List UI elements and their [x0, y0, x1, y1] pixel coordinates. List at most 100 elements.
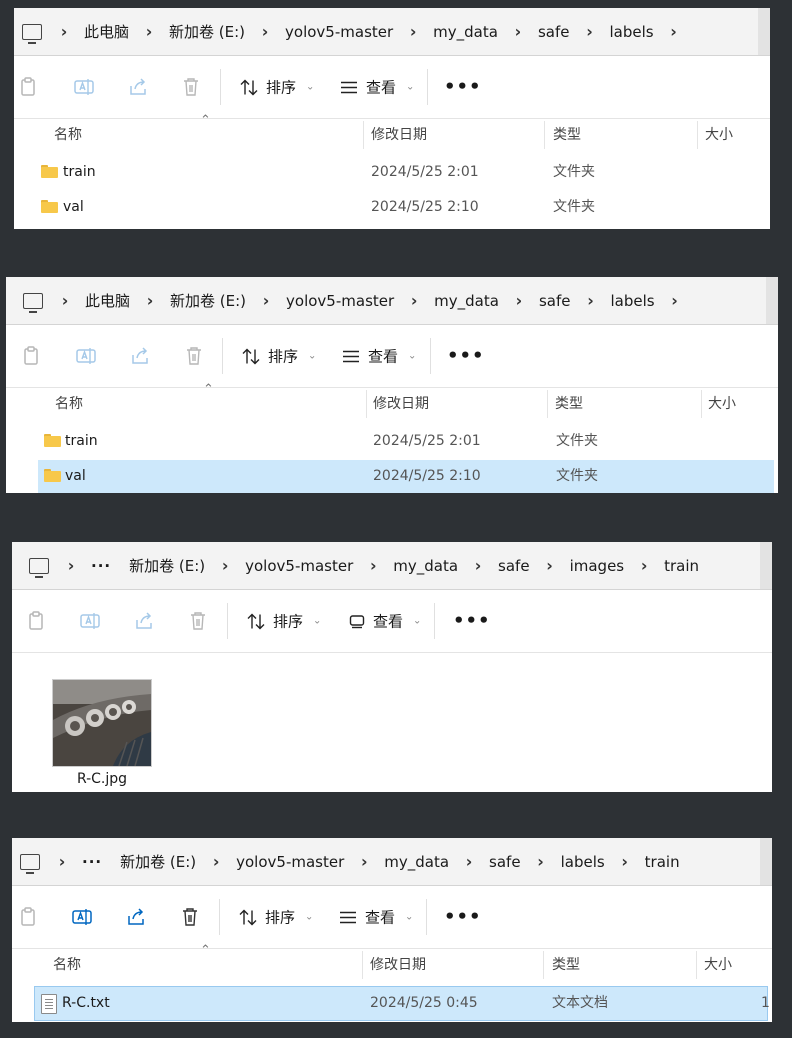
column-date[interactable]: 修改日期: [373, 388, 429, 420]
more-options-button[interactable]: •••: [453, 611, 491, 632]
breadcrumb-item[interactable]: 此电脑: [84, 21, 129, 42]
chevron-right-icon[interactable]: ›: [246, 291, 286, 310]
chevron-right-icon[interactable]: ›: [570, 291, 610, 310]
breadcrumb-item[interactable]: images: [570, 557, 625, 575]
hidden-crumbs-button[interactable]: ···: [82, 853, 102, 871]
paste-button[interactable]: [20, 907, 38, 927]
chevron-right-icon[interactable]: ›: [205, 556, 245, 575]
chevron-right-icon[interactable]: ›: [130, 291, 170, 310]
address-bar[interactable]: › ··· 新加卷 (E:) › yolov5-master › my_data › s…: [12, 838, 772, 886]
rename-button[interactable]: [76, 346, 96, 366]
breadcrumb-item[interactable]: yolov5-master: [236, 853, 344, 871]
chevron-right-icon[interactable]: ›: [499, 291, 539, 310]
file-row-selected[interactable]: val 2024/5/25 2:10 文件夹: [38, 460, 774, 493]
breadcrumb-item[interactable]: 新加卷 (E:): [170, 290, 246, 311]
breadcrumb-item[interactable]: my_data: [384, 853, 449, 871]
column-divider[interactable]: [547, 390, 548, 418]
image-thumbnail[interactable]: [52, 679, 152, 767]
share-button[interactable]: [126, 907, 146, 927]
column-type[interactable]: 类型: [553, 119, 581, 151]
breadcrumb-item[interactable]: labels: [610, 292, 654, 310]
breadcrumb-item[interactable]: 此电脑: [85, 290, 130, 311]
breadcrumb-item[interactable]: my_data: [434, 292, 499, 310]
sort-button[interactable]: 排序 ⌄: [240, 77, 314, 98]
breadcrumb-item[interactable]: 新加卷 (E:): [169, 21, 245, 42]
column-date[interactable]: 修改日期: [371, 119, 427, 151]
chevron-right-icon[interactable]: ›: [245, 22, 285, 41]
column-divider[interactable]: [544, 121, 545, 149]
chevron-right-icon[interactable]: ›: [129, 22, 169, 41]
column-name[interactable]: 名称: [54, 119, 82, 151]
chevron-right-icon[interactable]: ›: [458, 556, 498, 575]
chevron-right-icon[interactable]: ›: [196, 852, 236, 871]
breadcrumb-item[interactable]: yolov5-master: [285, 23, 393, 41]
chevron-right-icon[interactable]: ›: [569, 22, 609, 41]
column-name[interactable]: 名称: [53, 949, 81, 981]
column-date[interactable]: 修改日期: [370, 949, 426, 981]
chevron-right-icon[interactable]: ›: [605, 852, 645, 871]
view-button[interactable]: 查看 ⌄: [339, 907, 413, 928]
delete-button[interactable]: [189, 611, 207, 631]
chevron-right-icon[interactable]: ›: [521, 852, 561, 871]
chevron-right-icon[interactable]: ›: [624, 556, 664, 575]
chevron-right-icon[interactable]: ›: [498, 22, 538, 41]
column-divider[interactable]: [543, 951, 544, 979]
computer-icon[interactable]: [22, 23, 42, 44]
column-size[interactable]: 大小: [704, 949, 732, 981]
column-type[interactable]: 类型: [555, 388, 583, 420]
chevron-right-icon[interactable]: ›: [449, 852, 489, 871]
chevron-right-icon[interactable]: ›: [42, 852, 82, 871]
column-divider[interactable]: [696, 951, 697, 979]
chevron-right-icon[interactable]: ›: [393, 22, 433, 41]
breadcrumb-item[interactable]: my_data: [393, 557, 458, 575]
chevron-right-icon[interactable]: ›: [44, 22, 84, 41]
breadcrumb-item[interactable]: yolov5-master: [245, 557, 353, 575]
chevron-right-icon[interactable]: ›: [654, 22, 694, 41]
paste-button[interactable]: [28, 611, 46, 631]
address-bar[interactable]: › 此电脑 › 新加卷 (E:) › yolov5-master › my_data ›…: [14, 8, 770, 56]
share-button[interactable]: [134, 611, 154, 631]
more-options-button[interactable]: •••: [444, 77, 482, 98]
file-row[interactable]: val 2024/5/25 2:10 文件夹: [34, 191, 770, 224]
breadcrumb-item[interactable]: safe: [538, 23, 570, 41]
breadcrumb-item[interactable]: safe: [539, 292, 571, 310]
computer-icon[interactable]: [29, 557, 49, 578]
paste-button[interactable]: [23, 346, 41, 366]
chevron-right-icon[interactable]: ›: [45, 291, 85, 310]
column-type[interactable]: 类型: [552, 949, 580, 981]
column-divider[interactable]: [697, 121, 698, 149]
file-row-selected[interactable]: R-C.txt 2024/5/25 0:45 文本文档 1: [34, 986, 770, 1021]
chevron-right-icon[interactable]: ›: [394, 291, 434, 310]
rename-button[interactable]: [72, 907, 92, 927]
column-divider[interactable]: [363, 121, 364, 149]
column-size[interactable]: 大小: [708, 388, 736, 420]
chevron-right-icon[interactable]: ›: [51, 556, 91, 575]
breadcrumb-item[interactable]: yolov5-master: [286, 292, 394, 310]
share-button[interactable]: [128, 77, 148, 97]
column-divider[interactable]: [366, 390, 367, 418]
view-button[interactable]: 查看 ⌄: [340, 77, 414, 98]
sort-button[interactable]: 排序 ⌄: [239, 907, 313, 928]
address-bar[interactable]: › ··· 新加卷 (E:) › yolov5-master › my_data › s…: [12, 542, 772, 590]
view-button[interactable]: 查看 ⌄: [349, 611, 421, 632]
file-row[interactable]: train 2024/5/25 2:01 文件夹: [34, 156, 770, 189]
sort-button[interactable]: 排序 ⌄: [242, 346, 316, 367]
breadcrumb-item[interactable]: my_data: [433, 23, 498, 41]
computer-icon[interactable]: [20, 853, 40, 874]
computer-icon[interactable]: [23, 292, 43, 313]
rename-button[interactable]: [80, 611, 100, 631]
column-size[interactable]: 大小: [705, 119, 733, 151]
column-divider[interactable]: [362, 951, 363, 979]
column-divider[interactable]: [701, 390, 702, 418]
chevron-right-icon[interactable]: ›: [530, 556, 570, 575]
file-row[interactable]: train 2024/5/25 2:01 文件夹: [38, 425, 774, 458]
rename-button[interactable]: [74, 77, 94, 97]
delete-button[interactable]: [185, 346, 203, 366]
sort-button[interactable]: 排序 ⌄: [247, 611, 321, 632]
hidden-crumbs-button[interactable]: ···: [91, 557, 111, 575]
breadcrumb-item[interactable]: labels: [561, 853, 605, 871]
more-options-button[interactable]: •••: [447, 346, 485, 367]
breadcrumb-item[interactable]: 新加卷 (E:): [120, 851, 196, 872]
breadcrumb-item[interactable]: train: [664, 557, 699, 575]
breadcrumb-item[interactable]: 新加卷 (E:): [129, 555, 205, 576]
